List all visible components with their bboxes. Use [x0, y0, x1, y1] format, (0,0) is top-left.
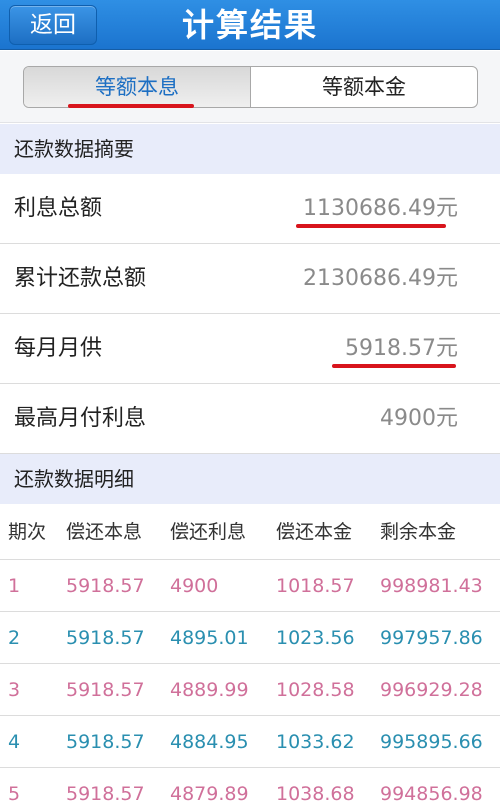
- cell-interest: 4889.99: [170, 679, 249, 701]
- back-button[interactable]: 返回: [9, 5, 97, 45]
- cell-principal: 1033.62: [276, 731, 355, 753]
- cell-payment: 5918.57: [66, 575, 145, 597]
- repayment-method-segmented-control: 等额本息 等额本金: [23, 66, 478, 108]
- summary-row-max-monthly-interest: 最高月付利息 4900元: [0, 384, 500, 454]
- cell-period: 3: [8, 679, 21, 701]
- summary-row-total-interest: 利息总额 1130686.49元: [0, 174, 500, 244]
- cell-interest: 4900: [170, 575, 219, 597]
- cell-payment: 5918.57: [66, 731, 145, 753]
- cell-interest: 4884.95: [170, 731, 249, 753]
- cell-principal: 1028.58: [276, 679, 355, 701]
- table-row: 4 5918.57 4884.95 1033.62 995895.66: [0, 716, 500, 768]
- segment-area: 等额本息 等额本金: [0, 51, 500, 123]
- column-header-remaining: 剩余本金: [380, 521, 457, 543]
- cell-principal: 1023.56: [276, 627, 355, 649]
- summary-label: 最高月付利息: [14, 406, 147, 431]
- column-header-period: 期次: [8, 521, 47, 543]
- cell-principal: 1018.57: [276, 575, 355, 597]
- summary-section-header: 还款数据摘要: [0, 124, 500, 174]
- cell-interest: 4879.89: [170, 783, 249, 803]
- summary-value: 4900元: [380, 406, 458, 431]
- detail-section-header: 还款数据明细: [0, 454, 500, 504]
- column-header-interest: 偿还利息: [170, 521, 247, 543]
- cell-remaining: 996929.28: [380, 679, 483, 701]
- cell-period: 5: [8, 783, 21, 803]
- detail-table-header: 期次 偿还本息 偿还利息 偿还本金 剩余本金: [0, 504, 500, 560]
- summary-row-monthly-payment: 每月月供 5918.57元: [0, 314, 500, 384]
- tab-equal-principal[interactable]: 等额本金: [251, 67, 477, 107]
- summary-row-total-repayment: 累计还款总额 2130686.49元: [0, 244, 500, 314]
- cell-period: 2: [8, 627, 21, 649]
- column-header-payment: 偿还本息: [66, 521, 143, 543]
- cell-payment: 5918.57: [66, 783, 145, 803]
- cell-principal: 1038.68: [276, 783, 355, 803]
- cell-payment: 5918.57: [66, 627, 145, 649]
- tab-equal-installment[interactable]: 等额本息: [24, 67, 251, 107]
- annotation-underline: [68, 104, 194, 108]
- column-header-principal: 偿还本金: [276, 521, 353, 543]
- cell-payment: 5918.57: [66, 679, 145, 701]
- annotation-underline: [296, 224, 446, 228]
- cell-remaining: 997957.86: [380, 627, 483, 649]
- nav-bar: 返回 计算结果: [0, 0, 500, 50]
- cell-period: 4: [8, 731, 21, 753]
- annotation-underline: [332, 364, 456, 368]
- summary-label: 每月月供: [14, 336, 103, 361]
- summary-value: 2130686.49元: [303, 266, 458, 291]
- cell-period: 1: [8, 575, 21, 597]
- table-row: 3 5918.57 4889.99 1028.58 996929.28: [0, 664, 500, 716]
- cell-remaining: 994856.98: [380, 783, 483, 803]
- table-row: 1 5918.57 4900 1018.57 998981.43: [0, 560, 500, 612]
- summary-value: 1130686.49元: [303, 196, 458, 221]
- cell-remaining: 998981.43: [380, 575, 483, 597]
- summary-label: 累计还款总额: [14, 266, 147, 291]
- cell-interest: 4895.01: [170, 627, 249, 649]
- table-row: 5 5918.57 4879.89 1038.68 994856.98: [0, 768, 500, 803]
- table-row: 2 5918.57 4895.01 1023.56 997957.86: [0, 612, 500, 664]
- cell-remaining: 995895.66: [380, 731, 483, 753]
- summary-value: 5918.57元: [345, 336, 458, 361]
- summary-label: 利息总额: [14, 196, 103, 221]
